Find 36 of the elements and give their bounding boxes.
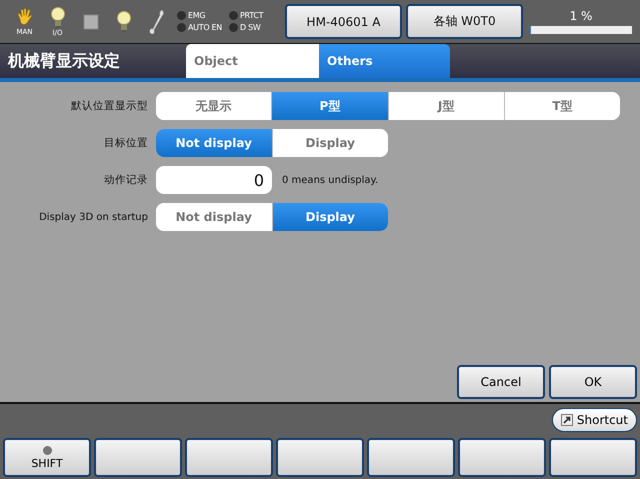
function-key[interactable] xyxy=(276,438,364,477)
segment-option[interactable]: P型 xyxy=(271,92,388,120)
function-key[interactable] xyxy=(185,438,273,477)
window-title: 机械臂显示设定 xyxy=(6,50,121,72)
setting-label: 目标位置 xyxy=(103,136,149,150)
shortcut-button[interactable]: Shortcut xyxy=(552,408,637,432)
function-key[interactable] xyxy=(458,438,546,477)
setting-label: Display 3D on startup xyxy=(38,212,149,222)
light-bulb-icon[interactable] xyxy=(116,10,132,32)
header-button[interactable]: 各轴 W0T0 xyxy=(406,4,523,39)
function-key[interactable] xyxy=(549,438,637,477)
segment-option[interactable]: Display xyxy=(272,203,388,231)
shortcut-icon xyxy=(560,414,573,426)
function-key[interactable]: SHIFT xyxy=(3,438,91,477)
segment-option[interactable]: T型 xyxy=(504,92,620,120)
hint-text: 0 means undisplay. xyxy=(282,174,378,186)
indicator-label: D SW xyxy=(240,23,260,32)
setting-label: 默认位置显示型 xyxy=(70,99,149,113)
square-icon[interactable] xyxy=(82,14,98,30)
light-bulb-icon[interactable] xyxy=(50,6,66,28)
progress-reading: 1 % xyxy=(570,9,592,23)
tab[interactable]: Others xyxy=(319,44,450,78)
indicator-label: EMG xyxy=(188,11,206,20)
tab[interactable]: Object xyxy=(186,44,319,78)
wrench-icon[interactable] xyxy=(148,8,164,34)
dialog-button[interactable]: OK xyxy=(549,365,637,399)
segment-option[interactable]: Not display xyxy=(156,129,272,157)
dialog-button[interactable]: Cancel xyxy=(457,365,545,399)
number-field[interactable]: 0 xyxy=(156,166,272,194)
function-key[interactable] xyxy=(367,438,455,477)
segment-option[interactable]: Display xyxy=(272,129,388,157)
indicator-label: PRTCT xyxy=(240,11,264,20)
header-button[interactable]: HM-40601 A xyxy=(285,4,402,39)
indicator-label: AUTO EN xyxy=(188,23,222,32)
setting-label: 动作记录 xyxy=(103,173,149,187)
function-key[interactable] xyxy=(94,438,182,477)
